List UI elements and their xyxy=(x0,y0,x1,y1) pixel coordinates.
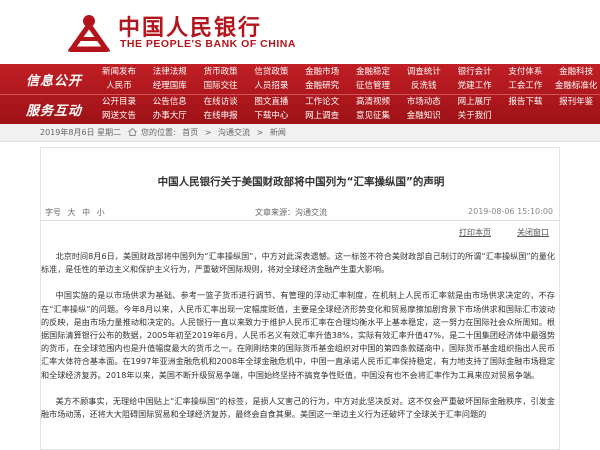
nav-link[interactable]: 网送文告 xyxy=(92,109,146,123)
breadcrumb-news-link[interactable]: 新闻 xyxy=(270,128,286,137)
nav-link[interactable]: 下载中心 xyxy=(244,109,298,123)
article-paragraph: 中国实施的是以市场供求为基础、参考一篮子货币进行调节、有管理的浮动汇率制度，在机… xyxy=(41,290,555,380)
nav-link[interactable]: 报刊年鉴 xyxy=(549,95,600,109)
breadcrumb-label: 您的位置: xyxy=(141,128,176,137)
logo-english-name[interactable]: THE PEOPLE'S BANK OF CHINA xyxy=(120,38,296,50)
breadcrumb-communication-link[interactable]: 沟通交流 xyxy=(218,128,250,137)
nav-link[interactable]: 信贷政策 xyxy=(244,65,298,79)
nav-link[interactable]: 工会工作 xyxy=(498,79,552,93)
nav-link[interactable]: 银行会计 xyxy=(448,65,502,79)
nav-link[interactable]: 新闻发布 xyxy=(92,65,146,79)
nav-link[interactable]: 调查统计 xyxy=(397,65,451,79)
breadcrumb-separator: > xyxy=(256,128,264,137)
home-icon xyxy=(128,128,137,136)
nav-link[interactable]: 党建工作 xyxy=(448,79,502,93)
nav-link[interactable]: 金融市场 xyxy=(295,65,349,79)
nav-link[interactable]: 在线申报 xyxy=(194,109,248,123)
nav-items-service-interaction: 公开目录 网送文告 公告信息 办事大厅 在线访谈 在线申报 图文直播 下载中心 工作论文 网上调查… xyxy=(92,94,600,124)
breadcrumb: 您的位置: 首页 > 沟通交流 > 新闻 xyxy=(141,124,290,141)
breadcrumb-bar: 2019年8月6日 星期二 您的位置: 首页 > 沟通交流 > 新闻 xyxy=(0,124,600,142)
article-title: 中国人民银行关于美国财政部将中国列为“汇率操纵国”的声明 xyxy=(157,176,445,188)
nav-link[interactable]: 金融研究 xyxy=(295,79,349,93)
nav-section-info-disclosure: 信息公开 新闻发布 人民币 法律法规 经理国库 货币政策 国际交往 信贷政策 人员招录 金融市场… xyxy=(0,64,600,95)
article-paragraph: 美方不顾事实，无理给中国贴上“汇率操纵国”的标签，是损人又害己的行为，中方对此坚… xyxy=(41,395,555,420)
nav-link[interactable]: 金融标准化 xyxy=(549,79,600,93)
section-title-info-disclosure: 信息公开 xyxy=(26,74,83,89)
article-paragraph: 北京时间8月6日，美国财政部将中国列为“汇率操纵国”，中方对此深表遗憾。这一标签… xyxy=(41,251,555,275)
nav-link[interactable]: 意见征集 xyxy=(346,109,400,123)
nav-link[interactable]: 金融科技 xyxy=(549,65,600,79)
nav-link[interactable]: 图文直播 xyxy=(244,95,298,109)
nav-link[interactable]: 市场动态 xyxy=(397,95,451,109)
font-size-selector: 字号 大 中 小 xyxy=(45,207,109,218)
nav-link[interactable]: 反洗钱 xyxy=(397,79,451,93)
article-source: 文章来源：沟通交流 xyxy=(255,208,327,217)
font-size-medium-button[interactable]: 中 xyxy=(82,208,90,217)
nav-link[interactable]: 网上调查 xyxy=(295,109,349,123)
breadcrumb-home-link[interactable]: 首页 xyxy=(182,128,198,137)
article-timestamp: 2019-08-06 15:10:00 xyxy=(468,207,553,216)
article-body: 北京时间8月6日，美国财政部将中国列为“汇率操纵国”，中方对此深表遗憾。这一标签… xyxy=(41,250,555,434)
nav-link[interactable]: 人员招录 xyxy=(244,79,298,93)
print-page-link[interactable]: 打印本页 xyxy=(459,227,491,238)
nav-link[interactable]: 在线访谈 xyxy=(194,95,248,109)
current-date: 2019年8月6日 星期二 xyxy=(40,128,122,137)
nav-link[interactable]: 高清视频 xyxy=(346,95,400,109)
nav-link[interactable]: 报告下载 xyxy=(498,95,552,109)
site-header: 中国人民银行 THE PEOPLE'S BANK OF CHINA xyxy=(0,0,600,60)
nav-link[interactable]: 公开目录 xyxy=(92,95,146,109)
divider xyxy=(41,220,559,221)
nav-link[interactable]: 工作论文 xyxy=(295,95,349,109)
font-size-large-button[interactable]: 大 xyxy=(68,208,76,217)
nav-link[interactable]: 支付体系 xyxy=(498,65,552,79)
nav-link[interactable]: 金融知识 xyxy=(397,109,451,123)
nav-link[interactable]: 人民币 xyxy=(92,79,146,93)
font-size-small-button[interactable]: 小 xyxy=(97,208,105,217)
article-actions: 打印本页 关闭窗口 xyxy=(41,227,559,239)
nav-link[interactable]: 关于我们 xyxy=(448,109,502,123)
nav-link[interactable]: 办事大厅 xyxy=(143,109,197,123)
nav-link[interactable]: 征信管理 xyxy=(346,79,400,93)
font-size-label: 字号 xyxy=(45,208,61,217)
nav-link[interactable]: 国际交往 xyxy=(194,79,248,93)
article-card: 中国人民银行关于美国财政部将中国列为“汇率操纵国”的声明 字号 大 中 小 文章… xyxy=(40,147,560,450)
nav-items-info-disclosure: 新闻发布 人民币 法律法规 经理国库 货币政策 国际交往 信贷政策 人员招录 金融市场 金融研究金… xyxy=(92,64,600,94)
nav-link[interactable]: 法律法规 xyxy=(143,65,197,79)
nav-section-service-interaction: 服务互动 公开目录 网送文告 公告信息 办事大厅 在线访谈 在线申报 图文直播 下载中心 工作论… xyxy=(0,94,600,124)
nav-link[interactable]: 货币政策 xyxy=(194,65,248,79)
nav-link[interactable]: 金融稳定 xyxy=(346,65,400,79)
nav-link[interactable]: 网上展厅 xyxy=(448,95,502,109)
close-window-link[interactable]: 关闭窗口 xyxy=(517,227,549,238)
nav-link[interactable]: 公告信息 xyxy=(143,95,197,109)
main-navigation: 信息公开 新闻发布 人民币 法律法规 经理国库 货币政策 国际交往 信贷政策 人员招录 金融市场… xyxy=(0,64,600,124)
nav-link[interactable]: 经理国库 xyxy=(143,79,197,93)
article-meta: 字号 大 中 小 文章来源：沟通交流 2019-08-06 15:10:00 xyxy=(41,207,559,219)
pboc-emblem-logo[interactable] xyxy=(68,9,110,53)
section-title-service-interaction: 服务互动 xyxy=(26,104,83,119)
breadcrumb-separator: > xyxy=(204,128,212,137)
